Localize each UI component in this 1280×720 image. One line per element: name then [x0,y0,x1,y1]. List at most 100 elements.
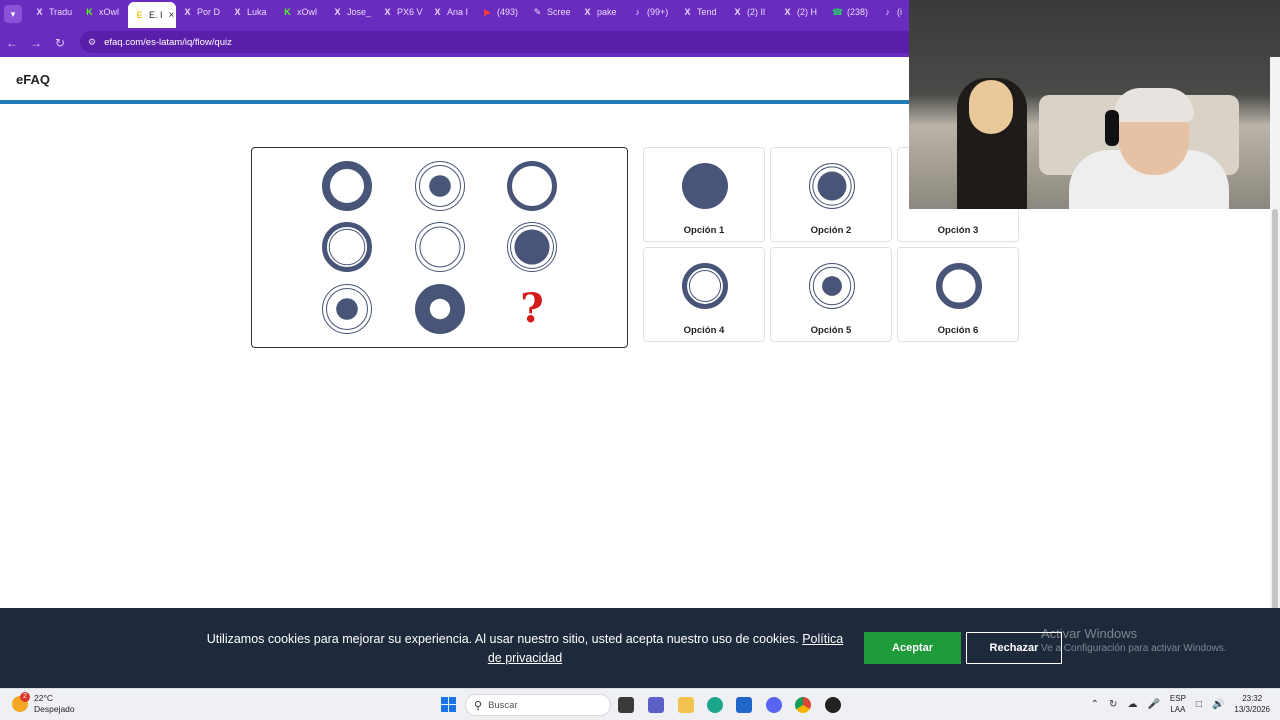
tab-label: (2) Il [747,7,765,17]
keyboard-layout: LAA [1170,705,1186,714]
pen-icon: ✎ [533,6,542,17]
option-label: Opción 5 [810,325,852,336]
display-icon[interactable]: □ [1196,699,1202,710]
microphone-icon[interactable]: 🎤 [1147,699,1159,710]
concentric-circle-icon [507,222,557,272]
browser-tab[interactable]: X (2) H [776,0,826,24]
concentric-circle-icon [415,161,465,211]
youtube-logo-icon: ▶ [484,6,491,17]
shape-outer-ring [935,262,983,310]
tab-search-menu-button[interactable]: ▾ [4,5,22,23]
browser-tab[interactable]: ✎ Scree [526,0,576,24]
missing-piece-question-mark: ? [520,285,544,332]
x-logo-icon: X [36,7,43,17]
store-icon[interactable] [736,697,752,713]
puzzle-cell [414,221,466,273]
tab-label: (238) [847,7,869,17]
weather-sun-icon: 2 [12,692,30,712]
browser-tab[interactable]: X Tend [676,0,726,24]
x-logo-icon: X [384,7,391,17]
webcam-person-left-head [969,80,1013,134]
tab-list: X Tradu KxOwl E E. I × X Por D X Luka KxOwl X Jose_ X… [28,0,926,28]
weather-badge: 2 [20,692,30,702]
tab-label: Jose_ [347,7,372,17]
browser-tab[interactable]: X PX6 V [376,0,426,24]
tab-label: Tradu [49,7,73,17]
option-label: Opción 4 [683,325,725,336]
reload-icon[interactable]: ↻ [48,36,72,50]
browser-tab[interactable]: X (2) Il [726,0,776,24]
taskbar-search[interactable]: ⚲ Buscar [465,694,611,716]
option-label: Opción 3 [937,225,979,236]
tiktok-logo-icon: ♪ [635,7,640,17]
shape-disc [682,163,728,209]
shape-core [429,175,451,197]
option-label: Opción 6 [937,325,979,336]
taskbar-search-placeholder: Buscar [488,699,518,711]
teams-icon[interactable] [648,697,664,713]
sync-icon[interactable]: ↻ [1109,699,1117,710]
tab-label: xOwl [297,7,317,17]
option-shape-icon [682,263,728,309]
option-shape-icon [809,163,855,209]
site-info-icon[interactable]: ⚙ [88,37,96,48]
browser-tab[interactable]: X Por D [176,0,226,24]
browser-tab[interactable]: E E. I × [128,2,176,28]
browser-tab[interactable]: X Luka [226,0,276,24]
volume-icon[interactable]: 🔊 [1212,699,1224,710]
weather-widget[interactable]: 2 22°C Despejado [12,692,75,715]
option-shape-icon [809,263,855,309]
clock[interactable]: 23:32 13/3/2026 [1234,693,1270,715]
tiktok-logo-icon: ♪ [885,7,890,17]
edge-icon[interactable] [707,697,723,713]
browser-tab[interactable]: X Tradu [28,0,78,24]
scrollbar-thumb[interactable] [1272,209,1278,649]
tab-label: pake [597,7,617,17]
shape-inner-ring [419,226,461,268]
answer-option-5[interactable]: Opción 5 [770,247,892,342]
discord-icon[interactable] [766,697,782,713]
shape-core [817,171,847,201]
option-label: Opción 1 [683,225,725,236]
close-tab-icon[interactable]: × [169,10,175,21]
windows-start-icon[interactable] [441,697,456,712]
browser-tab[interactable]: X Ana I [426,0,476,24]
url-text[interactable]: efaq.com/es-latam/iq/flow/quiz [104,37,232,48]
shape-outer-ring [415,222,465,272]
puzzle-matrix: ? [251,147,628,348]
cloud-icon[interactable]: ☁ [1127,699,1137,710]
back-icon[interactable]: ← [0,36,24,50]
browser-tab[interactable]: X Jose_ [326,0,376,24]
chevron-up-icon[interactable]: ⌃ [1091,699,1099,710]
browser-tab[interactable]: ▶ (493) [476,0,526,24]
browser-tab[interactable]: ♪ (99+) [626,0,676,24]
language-indicator[interactable]: ESP LAA [1170,693,1186,715]
watermark-subtitle: Ve a Configuración para activar Windows. [1041,643,1227,654]
system-tray: ⌃ ↻ ☁ 🎤 ESP LAA □ 🔊 23:32 13/3/2026 [1091,693,1270,715]
folder-icon[interactable] [678,697,694,713]
windows-activation-watermark: Activar Windows Ve a Configuración para … [1041,626,1227,654]
tab-label: (99+) [647,7,669,17]
page-scrollbar[interactable] [1270,57,1280,649]
chrome-icon[interactable] [795,697,811,713]
forward-icon[interactable]: → [24,36,48,50]
concentric-circle-icon [322,284,372,334]
answer-option-6[interactable]: Opción 6 [897,247,1019,342]
obs-icon[interactable] [825,697,841,713]
watermark-title: Activar Windows [1041,626,1138,641]
clock-time: 23:32 [1242,694,1263,703]
browser-tab[interactable]: KxOwl [276,0,326,24]
file-explorer-icon[interactable] [618,697,634,713]
browser-tab[interactable]: KxOwl [78,0,128,24]
answer-option-4[interactable]: Opción 4 [643,247,765,342]
answer-option-2[interactable]: Opción 2 [770,147,892,242]
tab-label: Ana I [447,7,469,17]
x-logo-icon: X [584,7,591,17]
answer-option-1[interactable]: Opción 1 [643,147,765,242]
site-logo[interactable]: eFAQ [16,72,50,87]
browser-tab[interactable]: Xpake [576,0,626,24]
weather-temp: 22°C [34,693,53,703]
accept-cookies-button[interactable]: Aceptar [864,632,961,664]
browser-tab[interactable]: ☎ (238) [826,0,876,24]
efaq-logo-icon: E [136,10,143,20]
